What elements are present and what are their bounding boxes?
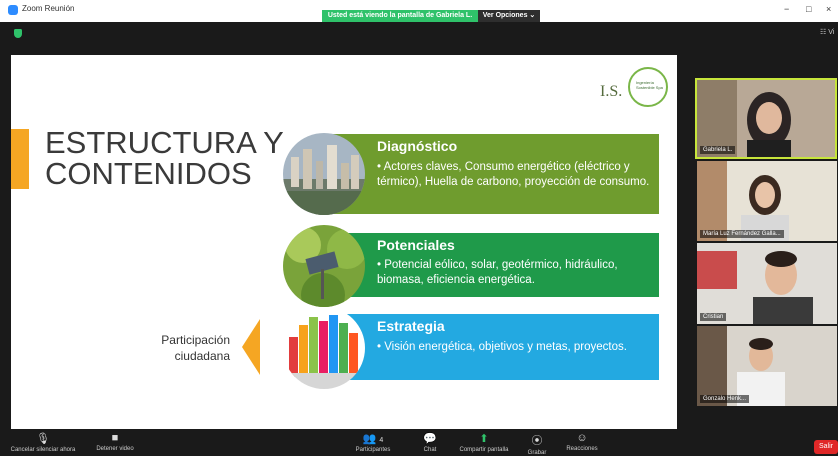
row-potenciales: Potenciales • Potencial eólico, solar, g… — [329, 233, 659, 297]
slide-title-line2: CONTENIDOS — [45, 156, 252, 191]
participant-video[interactable]: Cristian — [697, 243, 837, 324]
logo-text: I.S. — [600, 83, 623, 100]
participant-name: Gonzalo Henk... — [700, 395, 750, 403]
side-label: Participación ciudadana — [132, 332, 230, 364]
shield-icon[interactable] — [14, 29, 22, 38]
participant-name: Gabriela L. — [700, 146, 736, 154]
unmute-button[interactable]: 🎙 Cancelar silenciar ahora — [8, 432, 78, 453]
share-screen-button[interactable]: ⬆ Compartir pantalla — [454, 432, 514, 453]
side-arrow — [242, 319, 260, 375]
participant-name: María Luz Fernández Galla... — [700, 230, 784, 238]
solar-panel-photo — [283, 225, 365, 307]
side-label-line1: Participación — [161, 333, 230, 347]
reactions-label: Reacciones — [566, 446, 598, 452]
participant-video[interactable]: María Luz Fernández Galla... — [697, 161, 837, 241]
view-options-button[interactable]: Ver Opciones ⌄ — [478, 10, 540, 22]
chat-button[interactable]: 💬 Chat — [414, 432, 446, 453]
row-bullet: • Actores claves, Consumo energético (el… — [377, 161, 650, 188]
record-button[interactable]: ⦿ Grabar — [522, 432, 552, 456]
stop-video-label: Detener video — [96, 446, 134, 452]
reactions-button[interactable]: ☺ Reacciones — [562, 432, 602, 452]
minimize-button[interactable]: − — [784, 4, 789, 14]
participants-count: 4 — [379, 437, 384, 444]
row-heading: Estrategia — [377, 318, 445, 334]
participant-video[interactable]: Gonzalo Henk... — [697, 326, 837, 406]
meeting-toolbar: 🎙 Cancelar silenciar ahora ■ Detener vid… — [0, 430, 838, 456]
shared-slide: ESTRUCTURA Y CONTENIDOS I.S. Ingeniería … — [11, 55, 677, 429]
video-icon: ■ — [111, 432, 119, 444]
mic-muted-icon: 🎙 — [36, 433, 50, 445]
window-title: Zoom Reunión — [22, 4, 75, 13]
raised-hands-photo — [283, 307, 365, 389]
maximize-button[interactable]: □ — [806, 4, 811, 14]
reactions-icon: ☺ — [576, 432, 588, 444]
row-heading: Diagnóstico — [377, 138, 458, 154]
row-bullet: • Potencial eólico, solar, geotérmico, h… — [377, 259, 618, 286]
participants-label: Participantes — [355, 447, 391, 453]
side-label-line2: ciudadana — [174, 349, 230, 363]
logo-subtitle: Ingeniería Sostenible Spa — [636, 80, 663, 90]
company-logo: I.S. Ingeniería Sostenible Spa — [594, 67, 670, 113]
close-button[interactable]: × — [826, 4, 831, 14]
unmute-label: Cancelar silenciar ahora — [10, 447, 76, 453]
slide-title-line1: ESTRUCTURA Y — [45, 125, 284, 160]
stop-video-button[interactable]: ■ Detener video — [90, 432, 140, 452]
share-screen-icon: ⬆ — [479, 433, 489, 445]
slide-title: ESTRUCTURA Y CONTENIDOS — [45, 127, 284, 189]
row-diagnostico: Diagnóstico • Actores claves, Consumo en… — [329, 134, 659, 214]
share-banner: Usted está viendo la pantalla de Gabriel… — [322, 10, 478, 22]
leave-button[interactable]: Salir — [814, 440, 838, 454]
row-estrategia: Estrategia • Visión energética, objetivo… — [329, 314, 659, 380]
zoom-logo-icon — [8, 5, 18, 15]
participant-name: Cristian — [700, 313, 727, 321]
chat-icon: 💬 — [423, 433, 437, 445]
row-bullet: • Visión energética, objetivos y metas, … — [377, 341, 627, 353]
title-accent-bar — [11, 129, 29, 189]
city-photo — [283, 133, 365, 215]
view-button[interactable]: ☷ Vi — [820, 28, 834, 36]
share-screen-label: Compartir pantalla — [459, 447, 509, 453]
record-label: Grabar — [527, 450, 547, 456]
chat-label: Chat — [423, 447, 437, 453]
participant-video[interactable]: Gabriela L. — [695, 78, 837, 159]
record-icon: ⦿ — [531, 435, 543, 447]
row-heading: Potenciales — [377, 237, 455, 253]
participants-icon: 👥 4 — [362, 433, 384, 445]
participants-button[interactable]: 👥 4 Participantes — [348, 432, 398, 453]
